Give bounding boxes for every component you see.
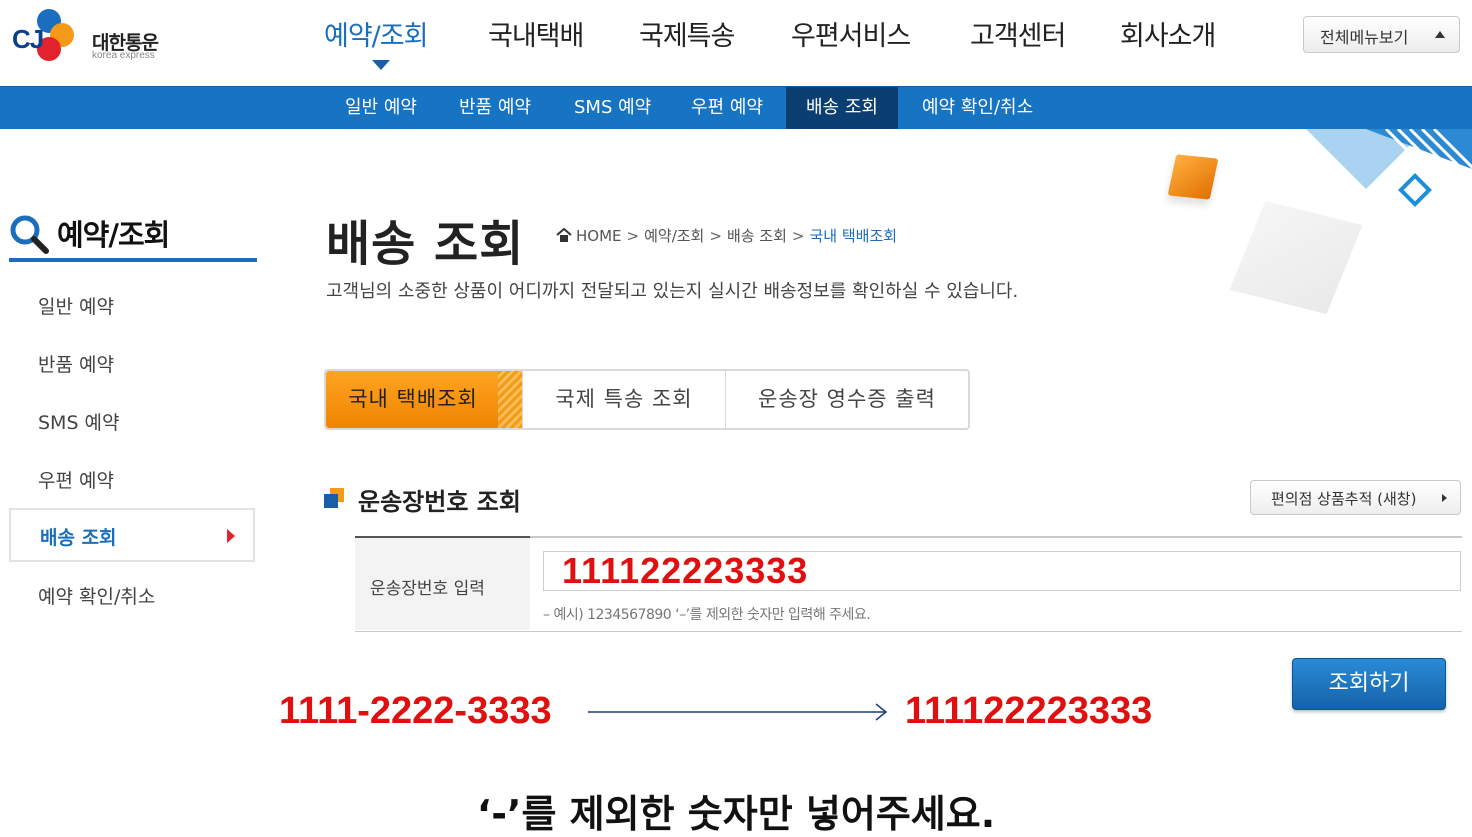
instruction-caption: ‘-’를 제외한 숫자만 넣어주세요. (476, 792, 996, 836)
logo-cj-text: CJ (12, 24, 44, 54)
gnb-active-caret-icon (372, 60, 390, 70)
sidebar-item-confirm-cancel[interactable]: 예약 확인/취소 (9, 567, 255, 621)
cj-logo[interactable]: CJ 대한통운 korea express (6, 4, 181, 66)
sidebar-item-label: 배송 조회 (40, 527, 117, 549)
section-bullet-icon (324, 488, 344, 508)
sidebar-title: 예약/조회 (9, 208, 257, 262)
invoice-field-label: 운송장번호 입력 (370, 579, 485, 599)
tab-hatch-graphic (498, 371, 522, 428)
search-submit-button[interactable]: 조회하기 (1292, 658, 1446, 710)
gnb-item-domestic[interactable]: 국내택배 (488, 14, 584, 53)
sidebar-item-label: 예약 확인/취소 (38, 586, 156, 608)
logo-company-sub: korea express (92, 50, 155, 61)
gnb-item-company[interactable]: 회사소개 (1120, 14, 1216, 53)
breadcrumb: HOME > 예약/조회 > 배송 조회 > 국내 택배조회 (556, 225, 897, 246)
tab-international-tracking[interactable]: 국제 특송 조회 (523, 371, 725, 428)
subnav-item-return[interactable]: 반품 예약 (439, 87, 551, 129)
chevron-right-icon (227, 529, 235, 543)
gnb-item-customer-center[interactable]: 고객센터 (970, 14, 1066, 53)
subnav-item-postal[interactable]: 우편 예약 (671, 87, 783, 129)
invoice-number-input[interactable] (543, 551, 1461, 591)
breadcrumb-tracking[interactable]: 배송 조회 (727, 227, 787, 245)
sidebar-item-tracking[interactable]: 배송 조회 (9, 508, 255, 562)
sidebar-item-label: SMS 예약 (38, 412, 120, 434)
home-icon (556, 227, 572, 242)
tab-label: 국내 택배조회 (348, 387, 478, 411)
subnav-item-confirm-cancel[interactable]: 예약 확인/취소 (902, 87, 1053, 129)
tab-label: 국제 특송 조회 (555, 387, 693, 411)
caret-up-icon (1435, 31, 1445, 38)
gnb-item-reservation[interactable]: 예약/조회 (324, 14, 428, 53)
invoice-field-header: 운송장번호 입력 (355, 536, 530, 630)
breadcrumb-reservation[interactable]: 예약/조회 (644, 227, 704, 245)
gray-cube-graphic (1229, 200, 1363, 315)
subnav-item-general[interactable]: 일반 예약 (325, 87, 437, 129)
page-description: 고객님의 소중한 상품이 어디까지 전달되고 있는지 실시간 배송정보를 확인하… (326, 281, 1019, 302)
all-menu-button[interactable]: 전체메뉴보기 (1303, 16, 1460, 53)
tab-domestic-tracking[interactable]: 국내 택배조회 (326, 371, 522, 428)
sidebar-item-return[interactable]: 반품 예약 (9, 335, 255, 389)
store-tracking-label: 편의점 상품추적 (새창) (1271, 490, 1417, 508)
example-before-text: 1111-2222-3333 (279, 690, 552, 732)
breadcrumb-current: 국내 택배조회 (809, 227, 898, 245)
tracking-tabs: 국내 택배조회 국제 특송 조회 운송장 영수증 출력 (324, 369, 970, 430)
sidebar-item-label: 일반 예약 (38, 296, 114, 318)
chevron-right-icon (1442, 494, 1447, 502)
invoice-form: 운송장번호 입력 – 예시) 1234567890 ‘–’를 제외한 숫자만 입… (355, 536, 1462, 632)
arrow-right-icon (588, 703, 888, 721)
tab-label: 운송장 영수증 출력 (758, 387, 936, 411)
sidebar-title-text: 예약/조회 (57, 218, 170, 252)
subnav-item-tracking[interactable]: 배송 조회 (786, 87, 898, 129)
example-after-text: 111122223333 (905, 690, 1153, 732)
invoice-input-hint: – 예시) 1234567890 ‘–’를 제외한 숫자만 입력해 주세요. (543, 607, 871, 623)
orange-cube-graphic (1167, 154, 1219, 200)
gnb-item-postal[interactable]: 우편서비스 (791, 14, 911, 53)
section-title: 운송장번호 조회 (358, 488, 521, 516)
sidebar-item-label: 반품 예약 (38, 354, 114, 376)
sidebar-item-sms[interactable]: SMS 예약 (9, 393, 255, 447)
search-icon (10, 215, 49, 254)
all-menu-label: 전체메뉴보기 (1320, 28, 1409, 47)
sidebar-item-postal[interactable]: 우편 예약 (9, 451, 255, 505)
gnb-item-international[interactable]: 국제특송 (639, 14, 735, 53)
store-tracking-button[interactable]: 편의점 상품추적 (새창) (1250, 480, 1461, 515)
breadcrumb-home[interactable]: HOME (576, 227, 622, 245)
decorative-stripe-graphic (1306, 129, 1472, 189)
subnav-item-sms[interactable]: SMS 예약 (554, 87, 671, 129)
tab-receipt-print[interactable]: 운송장 영수증 출력 (726, 371, 968, 428)
page-title: 배송 조회 (326, 216, 525, 272)
sidebar-item-general[interactable]: 일반 예약 (9, 277, 255, 331)
sidebar-item-label: 우편 예약 (38, 470, 114, 492)
sub-nav-bar: 일반 예약 반품 예약 SMS 예약 우편 예약 배송 조회 예약 확인/취소 (0, 86, 1472, 129)
